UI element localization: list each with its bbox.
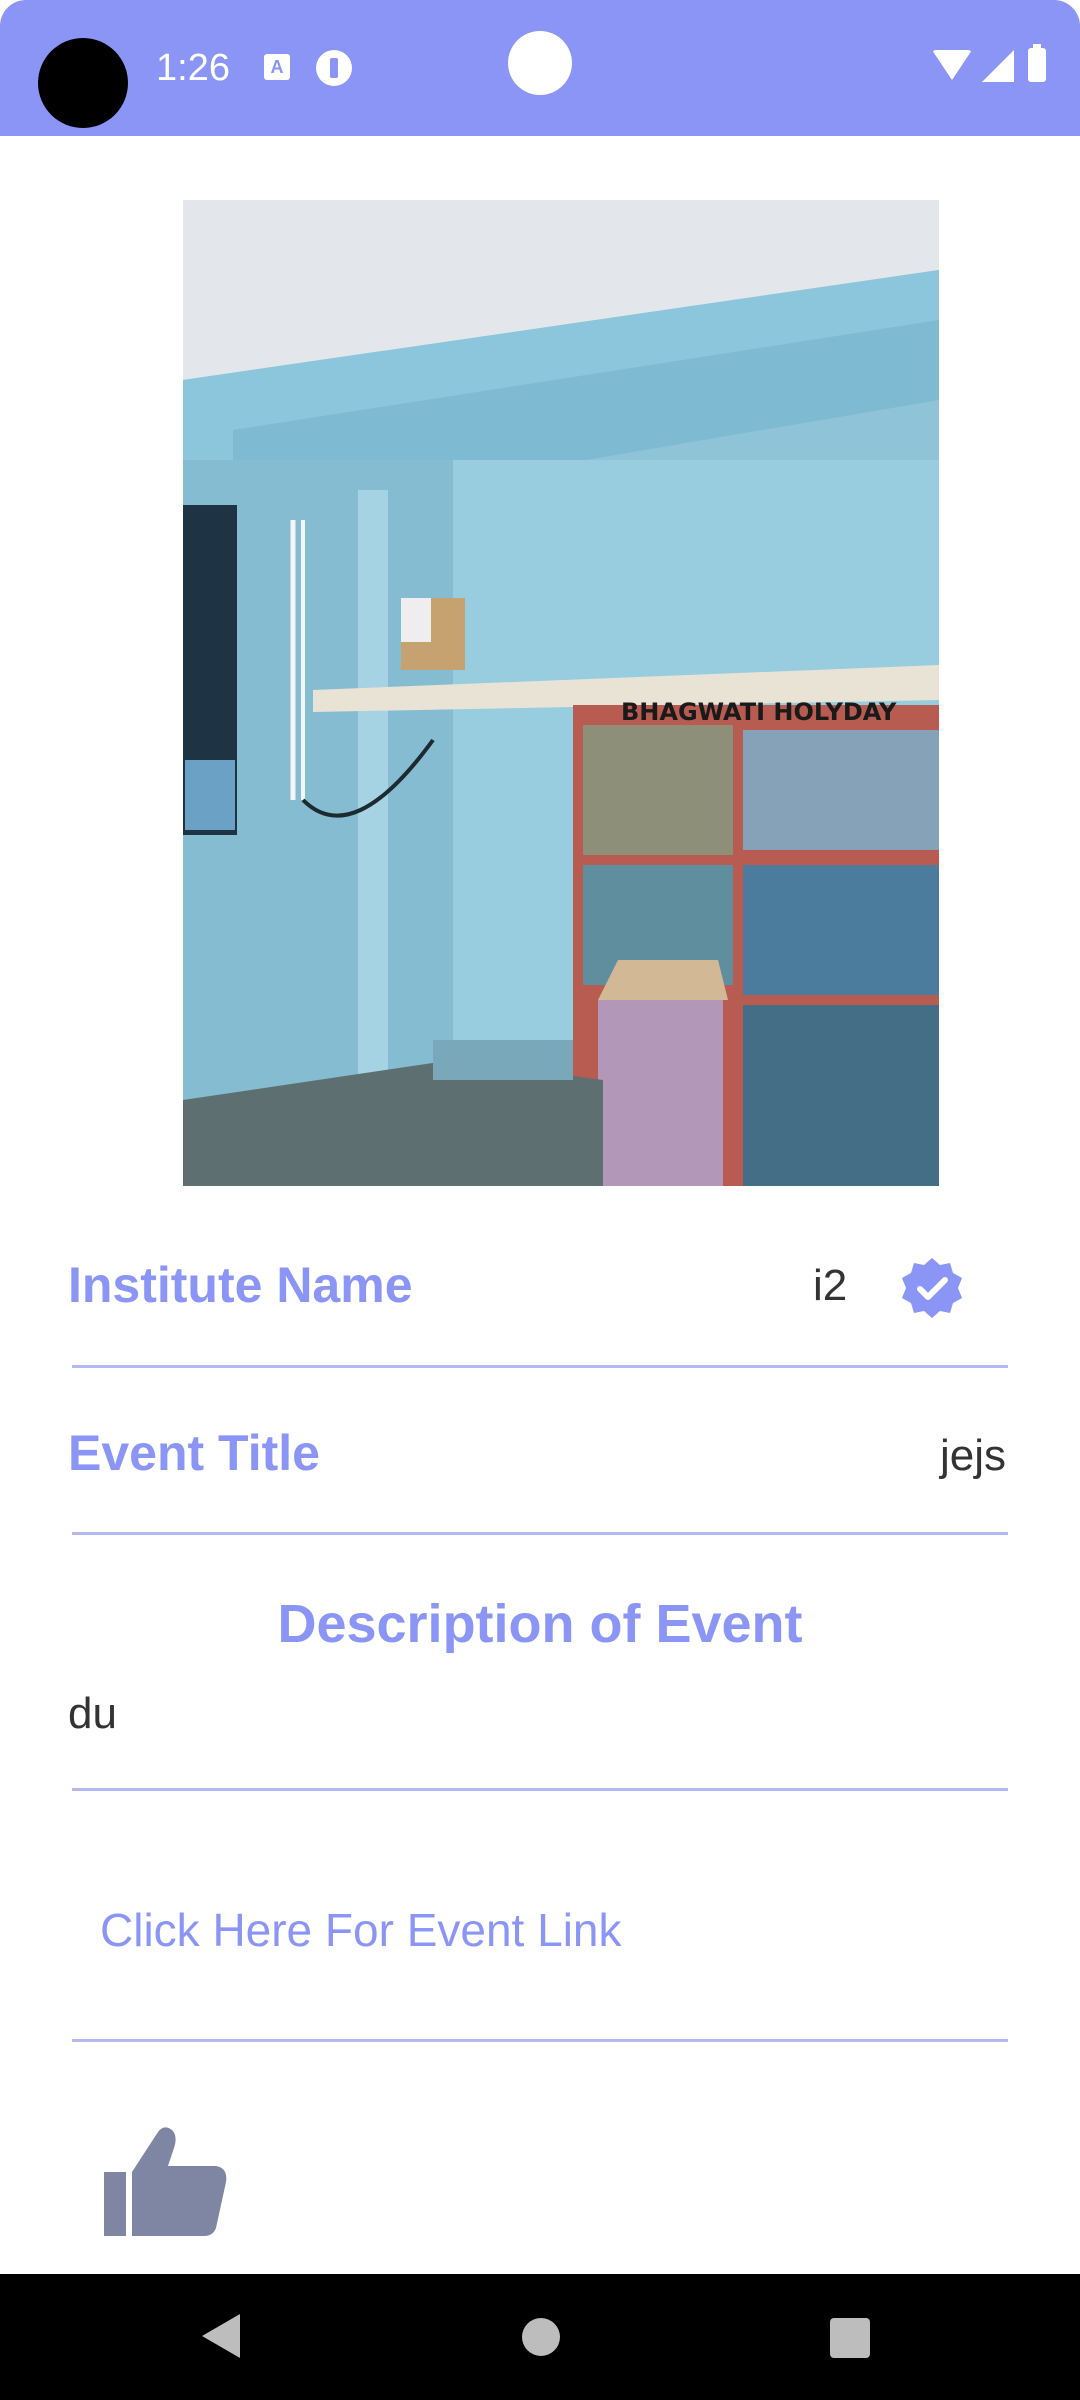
thumbs-up-icon[interactable] (100, 2124, 232, 2240)
divider (72, 1532, 1008, 1535)
event-photo-illustration: BHAGWATI HOLYDAY (183, 200, 939, 1186)
status-right-icons (932, 44, 1062, 86)
divider (72, 2039, 1008, 2042)
verified-badge-icon (902, 1258, 962, 1318)
recents-icon[interactable] (830, 2318, 870, 2358)
wifi-icon (932, 50, 972, 80)
home-icon[interactable] (522, 2318, 560, 2356)
description-value: du (68, 1689, 117, 1738)
event-link[interactable]: Click Here For Event Link (100, 1902, 622, 1958)
status-time: 1:26 (156, 47, 230, 89)
divider (72, 1788, 1008, 1791)
event-title-label: Event Title (68, 1425, 320, 1481)
poster-text: BHAGWATI HOLYDAY (621, 698, 897, 726)
event-title-value: jejs (940, 1431, 1007, 1480)
description-heading: Description of Event (277, 1594, 803, 1654)
institute-name-value: i2 (813, 1261, 848, 1310)
event-photo[interactable]: BHAGWATI HOLYDAY (183, 200, 939, 1186)
navigation-bar (0, 2274, 1080, 2400)
institute-name-label: Institute Name (68, 1257, 413, 1313)
notification-icon (316, 50, 352, 86)
event-detail-screen: 1:26 A BHAGWATI HOLYDAY Institute Name i… (0, 0, 1080, 2400)
back-icon[interactable] (202, 2314, 240, 2358)
status-bar: 1:26 A (0, 0, 1080, 136)
battery-icon (1028, 44, 1046, 82)
divider (72, 1365, 1008, 1368)
signal-icon (982, 50, 1014, 82)
camera-hole (38, 38, 128, 128)
status-center-dot (508, 31, 572, 95)
text-recognition-icon: A (264, 54, 290, 80)
